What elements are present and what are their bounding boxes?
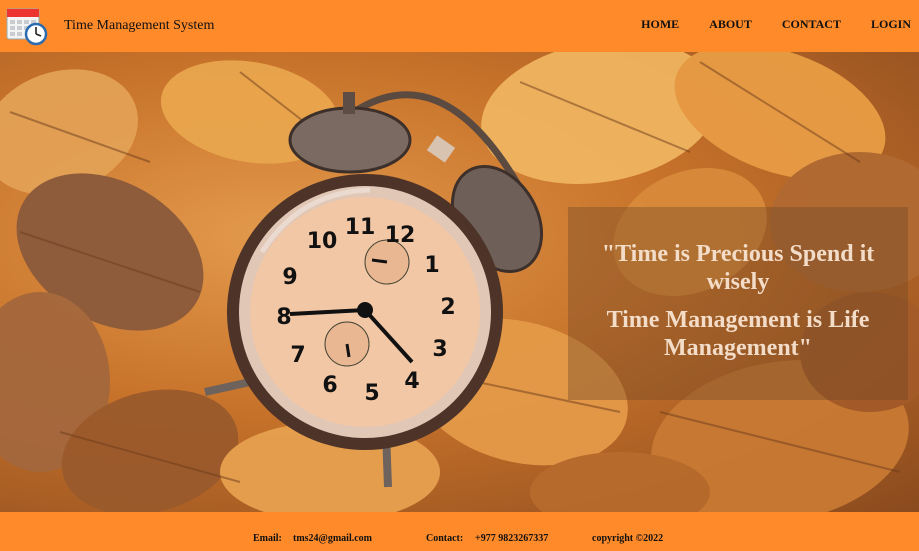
nav-home-link[interactable]: HOME [641,17,679,32]
main-nav: HOME ABOUT CONTACT LOGIN [641,17,911,32]
clock-number-5: 5 [364,381,379,406]
footer-contact-label: Contact: [426,533,464,544]
quote-line-1: "Time is Precious Spend it wisely [601,241,875,295]
quote-line-2: Time Management is Life Management" [606,307,870,361]
nav-login-link[interactable]: LOGIN [871,17,911,32]
footer-email-label: Email: [253,533,282,544]
hero-banner: 12 1 2 3 4 5 6 7 8 9 10 11 "Time is Prec… [0,52,919,512]
footer: Email: tms24@gmail.com Contact: +977 982… [0,512,919,551]
quote-box: "Time is Precious Spend it wisely Time M… [568,207,908,400]
nav-contact-link[interactable]: CONTACT [782,17,841,32]
nav-about-link[interactable]: ABOUT [709,17,752,32]
calendar-clock-icon[interactable] [6,6,48,46]
clock-number-11: 11 [345,215,376,240]
footer-email[interactable]: tms24@gmail.com [293,533,372,544]
footer-copyright: copyright ©2022 [592,533,664,544]
clock-number-4: 4 [404,369,419,394]
clock-number-2: 2 [440,295,455,320]
clock-number-8: 8 [276,305,291,330]
top-navbar: Time Management System HOME ABOUT CONTAC… [0,0,919,52]
clock-number-1: 1 [424,253,439,278]
footer-contact[interactable]: +977 9823267337 [475,533,548,544]
clock-number-7: 7 [290,343,305,368]
clock-number-9: 9 [282,265,297,290]
clock-number-6: 6 [322,373,337,398]
app-title: Time Management System [64,18,215,33]
clock-number-12: 12 [385,223,416,248]
clock-number-3: 3 [432,337,447,362]
clock-number-10: 10 [307,229,338,254]
